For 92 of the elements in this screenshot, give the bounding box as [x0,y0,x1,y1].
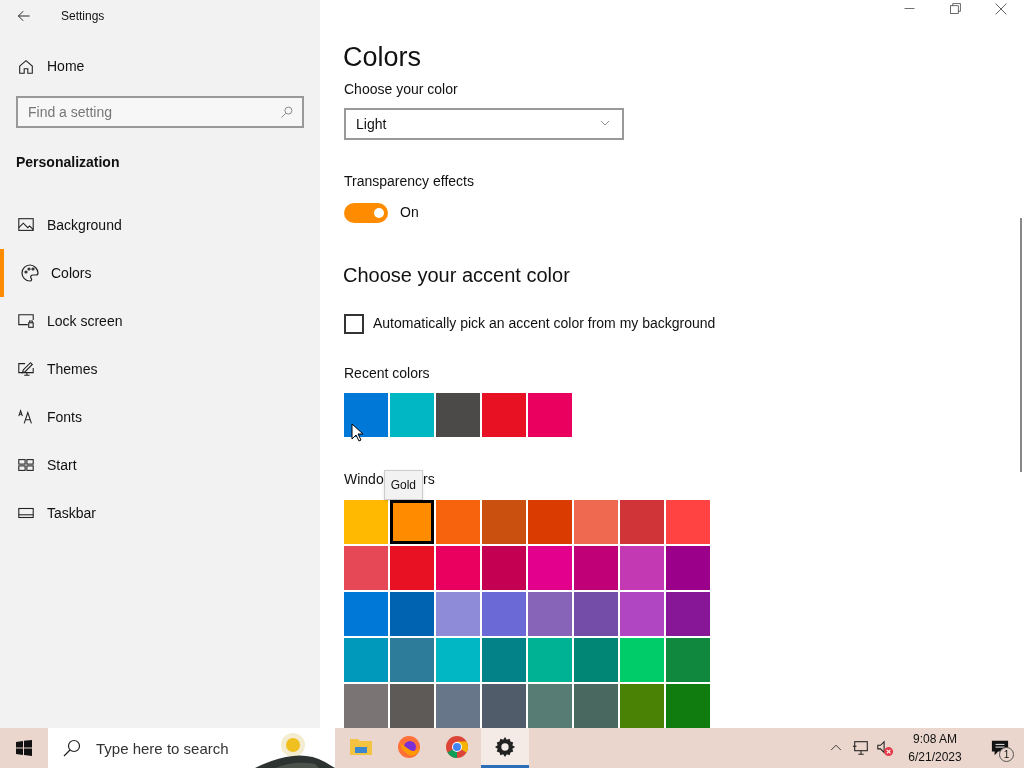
color-swatch[interactable] [482,684,526,728]
color-swatch[interactable] [436,684,480,728]
color-swatch[interactable] [482,393,526,437]
color-swatch[interactable] [390,546,434,590]
picture-frame-icon [16,216,36,234]
color-swatch[interactable] [344,684,388,728]
color-swatch[interactable] [436,546,480,590]
search-field[interactable]: Find a setting [16,96,304,128]
section-label: rs [423,470,435,489]
color-swatch[interactable] [390,500,434,544]
start-icon[interactable] [16,740,32,756]
notification-badge: 1 [999,747,1014,762]
color-swatch[interactable] [528,546,572,590]
volume-muted-icon[interactable] [876,739,894,757]
color-swatch[interactable] [390,638,434,682]
color-swatch[interactable] [574,638,618,682]
home-link[interactable]: Home [47,56,85,77]
browser-fox-icon [397,734,421,759]
color-swatch[interactable] [390,393,434,437]
checkbox-label: Automatically pick an accent color from my background [373,314,716,333]
tooltip: Gold [383,470,424,500]
color-swatch[interactable] [344,393,388,437]
monitor-brush-icon [16,360,36,378]
color-swatch[interactable] [574,592,618,636]
color-swatch[interactable] [666,500,710,544]
toggle-state: On [400,203,419,222]
mouse-cursor-icon [351,423,363,442]
tiles-icon [16,456,36,474]
network-icon[interactable] [852,739,870,757]
nav-item[interactable]: Start [0,441,320,489]
back-icon[interactable] [16,8,32,24]
color-swatch[interactable] [666,638,710,682]
color-swatch[interactable] [436,500,480,544]
home-icon[interactable] [17,57,35,76]
toggle-switch[interactable] [344,202,388,223]
color-swatch[interactable] [344,546,388,590]
color-swatch[interactable] [666,592,710,636]
section-heading: Choose your accent color [343,263,571,288]
color-swatch[interactable] [620,592,664,636]
scrollbar[interactable] [1020,218,1022,472]
restore-icon[interactable] [949,3,961,14]
gear-icon [494,735,516,758]
color-swatch[interactable] [528,638,572,682]
color-swatch[interactable] [528,684,572,728]
folder-icon [349,736,373,757]
color-swatch[interactable] [482,500,526,544]
checkbox[interactable] [344,313,364,334]
color-swatch[interactable] [666,684,710,728]
color-swatch[interactable] [620,546,664,590]
color-swatch[interactable] [482,592,526,636]
color-swatch[interactable] [482,546,526,590]
window-title: Settings [61,8,105,25]
color-swatch[interactable] [390,592,434,636]
section-title: Personalization [16,153,121,172]
browser-circle-icon [445,734,469,759]
clock[interactable]: 9:08 AM 6/21/2023 [894,730,976,766]
color-swatch[interactable] [390,684,434,728]
color-swatch[interactable] [344,638,388,682]
field-label: Transparency effects [344,172,475,191]
monitor-lock-icon [16,312,36,330]
color-swatch[interactable] [620,500,664,544]
color-swatch[interactable] [574,684,618,728]
color-swatch[interactable] [528,592,572,636]
color-swatch[interactable] [574,500,618,544]
field-label: Choose your color [344,80,459,99]
field-label: Recent colors [344,364,431,383]
color-swatch[interactable] [436,393,480,437]
close-icon[interactable] [995,2,1007,15]
color-swatch[interactable] [436,592,480,636]
palette-icon [20,263,40,283]
nav-item[interactable]: Taskbar [0,489,320,537]
color-swatch[interactable] [436,638,480,682]
search-icon [280,105,294,119]
section-label: Windo [344,470,384,489]
color-swatch[interactable] [482,638,526,682]
color-swatch[interactable] [528,393,572,437]
color-swatch[interactable] [344,500,388,544]
color-swatch[interactable] [666,546,710,590]
color-swatch[interactable] [528,500,572,544]
nav-item[interactable]: Lock screen [0,297,320,345]
color-swatch[interactable] [620,684,664,728]
taskbar-search-field[interactable]: Type here to search [48,728,335,768]
color-swatch[interactable] [574,546,618,590]
search-icon [62,738,82,758]
color-swatch[interactable] [344,592,388,636]
nav-item[interactable]: Themes [0,345,320,393]
page-title: Colors [343,41,423,74]
nav-item[interactable]: Fonts [0,393,320,441]
color-dropdown[interactable]: Light [344,108,624,140]
taskbar-app[interactable] [481,728,529,768]
nav-item[interactable]: Background [0,201,320,249]
color-swatch[interactable] [620,638,664,682]
